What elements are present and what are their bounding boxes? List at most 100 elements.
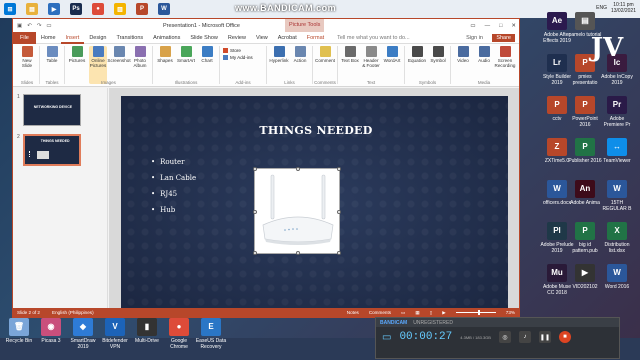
pause-icon[interactable]: ❚❚ <box>538 331 551 343</box>
recording-size: 4.3MB / 183.3GB <box>460 334 491 340</box>
tab-review[interactable]: Review <box>223 35 251 41</box>
desktop-icon[interactable]: P Publisher 2016 <box>568 138 602 164</box>
word-icon[interactable]: W <box>158 3 170 15</box>
start-icon[interactable]: ⊞ <box>4 3 16 15</box>
slide-title[interactable]: THINGS NEEDED <box>201 124 431 137</box>
desktop-icon[interactable]: ◆ SmartDraw 2019 <box>66 318 100 350</box>
tab-animations[interactable]: Animations <box>148 35 185 41</box>
stop-recording-button[interactable]: ■ <box>558 331 571 343</box>
normal-view-icon[interactable]: ▭ <box>401 310 405 316</box>
tab-view[interactable]: View <box>251 35 273 41</box>
desktop-icon[interactable]: ▮ Multi-Drive <box>130 318 164 344</box>
close-icon[interactable]: ✕ <box>511 23 516 29</box>
minimize-icon[interactable]: — <box>485 23 491 29</box>
online-pictures-button[interactable]: Online Pictures <box>89 46 107 84</box>
hyperlink-button[interactable]: Hyperlink <box>269 46 289 84</box>
tab-design[interactable]: Design <box>84 35 111 41</box>
resize-handle[interactable] <box>296 251 300 255</box>
resize-handle[interactable] <box>337 210 341 214</box>
equation-button[interactable]: Equation <box>408 46 426 84</box>
my-addins-button[interactable]: My Add-ins <box>223 55 263 60</box>
resize-handle[interactable] <box>337 251 341 255</box>
ribbon-display-icon[interactable]: ▭ <box>470 23 475 29</box>
photoshop-icon[interactable]: Ps <box>70 3 82 15</box>
reading-view-icon[interactable]: ▯ <box>430 310 433 316</box>
desktop-icon[interactable]: Pbig id pattern.pub <box>568 222 602 254</box>
wordart-button[interactable]: WordArt <box>383 46 401 84</box>
desktop-icon[interactable]: ● Google Chrome <box>162 318 196 350</box>
save-icon[interactable]: ▣ <box>17 23 22 29</box>
pictures-button[interactable]: Pictures <box>68 46 86 84</box>
files-icon[interactable]: ▥ <box>114 3 126 15</box>
slide-canvas[interactable]: THINGS NEEDED Router Lan Cable RJ45 Hub <box>121 96 508 314</box>
shapes-button[interactable]: Shapes <box>156 46 174 84</box>
file-explorer-icon[interactable]: ▤ <box>26 3 38 15</box>
tab-insert[interactable]: Insert <box>60 32 85 44</box>
media-player-icon[interactable]: ▶ <box>48 3 60 15</box>
tell-me-search[interactable]: Tell me what you want to do... <box>337 35 409 41</box>
resize-handle[interactable] <box>337 167 341 171</box>
desktop-icon[interactable]: Pr Adobe Premiere Pr <box>600 96 634 128</box>
comment-button[interactable]: Comment <box>315 46 335 84</box>
new-slide-button[interactable]: New Slide <box>18 46 36 84</box>
desktop-icon[interactable]: P PowerPoint 2016 <box>568 96 602 128</box>
screen-mode-icon[interactable]: ▭ <box>382 332 391 343</box>
screenshot-button[interactable]: Screenshot <box>107 46 131 84</box>
photo-album-button[interactable]: Photo Album <box>131 46 149 84</box>
sorter-view-icon[interactable]: ▦ <box>415 310 419 316</box>
desktop-icon[interactable]: ◉ Picasa 3 <box>34 318 68 344</box>
redo-icon[interactable]: ↷ <box>37 23 42 29</box>
desktop-icon[interactable]: W Word 2016 <box>600 264 634 290</box>
desktop-icon[interactable]: ▶ VID202102 <box>568 264 602 290</box>
audio-button[interactable]: Audio <box>475 46 493 84</box>
zoom-slider[interactable] <box>455 310 496 315</box>
undo-icon[interactable]: ↶ <box>27 23 32 29</box>
tab-slide-show[interactable]: Slide Show <box>185 35 223 41</box>
video-button[interactable]: Video <box>454 46 472 84</box>
smartart-button[interactable]: SmartArt <box>177 46 195 84</box>
resize-handle[interactable] <box>253 251 257 255</box>
screen-recording-button[interactable]: Screen Recording <box>495 46 515 84</box>
sign-in-link[interactable]: Sign in <box>466 35 483 41</box>
tab-format[interactable]: Format <box>302 35 329 41</box>
text-box-button[interactable]: Text Box <box>341 46 359 84</box>
store-button[interactable]: Store <box>223 48 263 53</box>
mic-icon[interactable]: ♪ <box>518 331 531 343</box>
thumbnail-2[interactable]: 2 THINGS NEEDED <box>17 134 81 166</box>
action-button[interactable]: Action <box>291 46 309 84</box>
desktop-icon[interactable]: V Bitdefender VPN <box>98 318 132 350</box>
present-icon[interactable]: ▭ <box>46 23 51 29</box>
desktop-icon[interactable]: E EaseUS Data Recovery <box>194 318 228 350</box>
tab-transitions[interactable]: Transitions <box>111 35 148 41</box>
notes-button[interactable]: Notes <box>347 310 359 315</box>
desktop-icon[interactable]: X Distribution list.xlsx <box>600 222 634 254</box>
webcam-icon[interactable]: ◎ <box>498 331 511 343</box>
tab-acrobat[interactable]: Acrobat <box>273 35 302 41</box>
clock[interactable]: 10:11 pm 13/02/2021 <box>611 2 636 14</box>
powerpoint-icon[interactable]: P <box>136 3 148 15</box>
tab-file[interactable]: File <box>13 31 36 44</box>
resize-handle[interactable] <box>296 167 300 171</box>
resize-handle[interactable] <box>253 167 257 171</box>
chrome-icon[interactable]: ● <box>92 3 104 15</box>
language-status[interactable]: English (Philippines) <box>52 310 94 315</box>
comments-button[interactable]: Comments <box>369 310 391 315</box>
tab-home[interactable]: Home <box>36 35 61 41</box>
header-footer-button[interactable]: Header & Footer <box>362 46 380 84</box>
desktop-icon[interactable]: ↔ TeamViewer <box>600 138 634 164</box>
bullet-list[interactable]: Router Lan Cable RJ45 Hub <box>151 158 196 222</box>
thumbnail-1[interactable]: 1 NETWORKING DEVICE <box>17 94 81 126</box>
router-picture[interactable] <box>253 167 341 255</box>
desktop-icon[interactable]: An Adobe Anima <box>568 180 602 206</box>
chart-button[interactable]: Chart <box>198 46 216 84</box>
desktop-icon[interactable]: W 15TH REGULAR B <box>600 180 634 212</box>
maximize-icon[interactable]: □ <box>499 23 502 29</box>
symbol-button[interactable]: Symbol <box>429 46 447 84</box>
lang-indicator[interactable]: ENG <box>596 5 607 11</box>
desktop-icon[interactable]: 🗑 Recycle Bin <box>2 318 36 344</box>
table-button[interactable]: Table <box>43 46 61 84</box>
share-button[interactable]: Share <box>492 33 515 42</box>
slideshow-icon[interactable]: ▶ <box>442 310 446 316</box>
resize-handle[interactable] <box>253 210 257 214</box>
zoom-level[interactable]: 73% <box>506 310 515 315</box>
